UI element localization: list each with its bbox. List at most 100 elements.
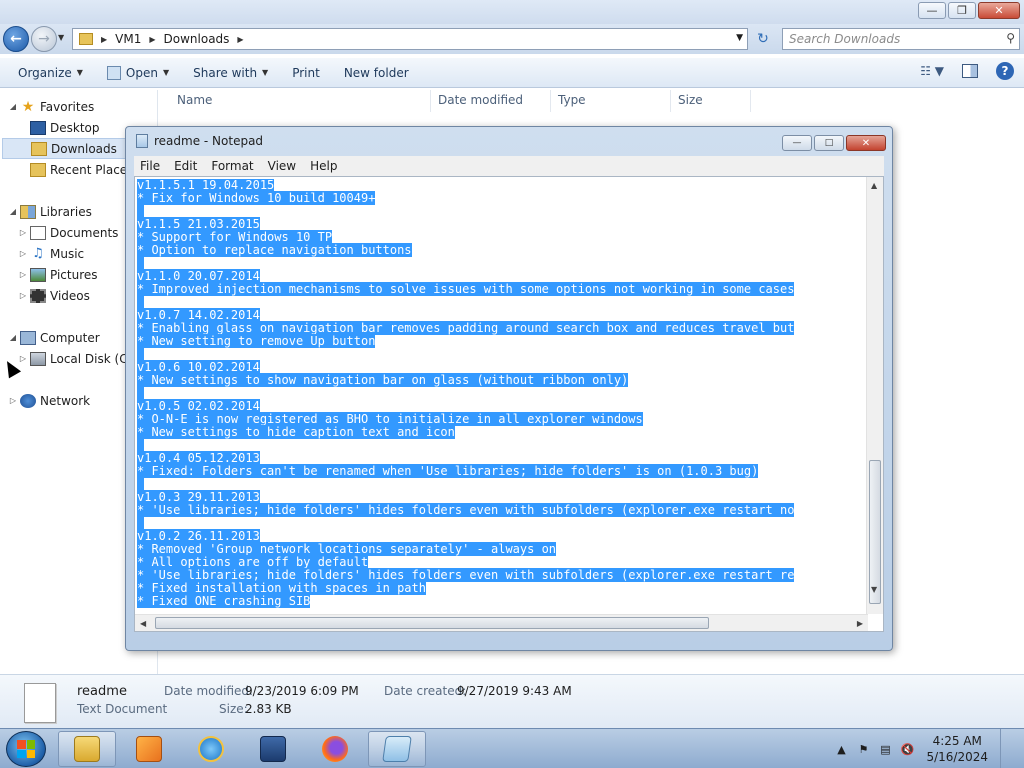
details-file-name: readme (77, 684, 127, 699)
clock[interactable]: 4:25 AM 5/16/2024 (926, 733, 988, 765)
menu-help[interactable]: Help (310, 159, 337, 173)
forward-button[interactable]: → (31, 26, 57, 52)
column-name[interactable]: Name (177, 93, 212, 107)
taskbar-media-player[interactable] (120, 731, 178, 767)
collapsed-arrow-icon[interactable]: ▷ (18, 228, 28, 237)
nav-music[interactable]: ▷ ♫ Music (18, 243, 84, 264)
scroll-right-icon[interactable]: ▶ (857, 619, 863, 628)
breadcrumb-vm1[interactable]: VM1 (115, 32, 141, 46)
taskbar-app[interactable] (244, 731, 302, 767)
nav-favorites[interactable]: ◢ ★ Favorites (8, 96, 94, 117)
selected-text: * New settings to show navigation bar on… (137, 373, 629, 387)
nav-documents[interactable]: ▷ Documents (18, 222, 118, 243)
recent-pages-icon[interactable]: ▼ (58, 33, 64, 42)
show-desktop-button[interactable] (1000, 729, 1014, 768)
address-bar[interactable]: ▶ VM1 ▶ Downloads ▶ ▼ (72, 28, 748, 50)
change-view-icon[interactable]: ☷ ▼ (920, 64, 944, 78)
nav-pictures[interactable]: ▷ Pictures (18, 264, 98, 285)
notepad-close-button[interactable]: ✕ (846, 135, 886, 151)
action-center-flag-icon[interactable]: ⚑ (856, 742, 870, 756)
collapsed-arrow-icon[interactable]: ▷ (18, 354, 28, 363)
scroll-left-icon[interactable]: ◀ (140, 619, 146, 628)
taskbar-explorer[interactable] (58, 731, 116, 767)
documents-icon (30, 225, 46, 240)
expand-icon[interactable]: ◢ (8, 333, 18, 342)
chevron-right-icon[interactable]: ▶ (237, 35, 243, 44)
selected-text (137, 204, 145, 218)
taskbar-notepad[interactable] (368, 731, 426, 767)
chevron-right-icon[interactable]: ▶ (149, 35, 155, 44)
chevron-right-icon[interactable]: ▶ (101, 35, 107, 44)
notepad-text-area[interactable]: v1.1.5.1 19.04.2015 * Fix for Windows 10 … (134, 176, 884, 632)
selected-text (137, 438, 145, 452)
network-tray-icon[interactable]: ▤ (878, 742, 892, 756)
notepad-line: * 'Use libraries; hide folders' hides fo… (137, 503, 866, 517)
expand-icon[interactable]: ◢ (8, 102, 18, 111)
vertical-scroll-thumb[interactable] (869, 460, 881, 604)
search-icon[interactable]: ⚲ (1006, 31, 1015, 45)
expand-icon[interactable]: ◢ (8, 207, 18, 216)
horizontal-scroll-thumb[interactable] (155, 617, 709, 629)
nav-label: Downloads (51, 141, 117, 156)
notepad-line: * Fixed ONE crashing SIB (137, 594, 866, 608)
taskbar-firefox[interactable] (306, 731, 364, 767)
collapsed-arrow-icon[interactable]: ▷ (18, 291, 28, 300)
preview-pane-icon[interactable] (962, 64, 978, 78)
collapsed-arrow-icon[interactable]: ▷ (18, 249, 28, 258)
column-type[interactable]: Type (558, 93, 586, 107)
minimize-button[interactable]: — (918, 2, 946, 19)
volume-muted-icon[interactable]: 🔇 (900, 742, 915, 756)
selected-text: v1.0.6 10.02.2014 (137, 360, 260, 374)
organize-button[interactable]: Organize ▼ (0, 58, 95, 88)
nav-label: Desktop (50, 120, 100, 135)
notepad-menubar: File Edit Format View Help (134, 156, 884, 176)
vertical-scrollbar[interactable]: ▲ ▼ (866, 177, 883, 614)
nav-desktop[interactable]: Desktop (18, 117, 100, 138)
start-button[interactable] (6, 731, 46, 767)
selected-text: * New settings to hide caption text and … (137, 425, 455, 439)
chevron-down-icon: ▼ (76, 68, 83, 77)
column-size[interactable]: Size (678, 93, 703, 107)
column-date-modified[interactable]: Date modified (438, 93, 523, 107)
search-input[interactable]: Search Downloads ⚲ (782, 28, 1020, 50)
new-folder-button[interactable]: New folder (332, 58, 421, 88)
horizontal-scrollbar[interactable]: ◀ ▶ (135, 614, 868, 631)
breadcrumb-downloads[interactable]: Downloads (164, 32, 230, 46)
collapsed-arrow-icon[interactable]: ▷ (8, 396, 18, 405)
notepad-icon (382, 736, 412, 762)
share-with-label: Share with (193, 65, 258, 80)
nav-recent-places[interactable]: Recent Places (18, 159, 133, 180)
nav-videos[interactable]: ▷ Videos (18, 285, 90, 306)
show-hidden-icons-icon[interactable]: ▲ (834, 742, 848, 756)
refresh-icon[interactable]: ↻ (752, 28, 774, 50)
nav-network[interactable]: ▷ Network (8, 390, 90, 411)
chevron-down-icon[interactable]: ▼ (736, 33, 743, 43)
restore-button[interactable]: ❐ (948, 2, 976, 19)
menu-format[interactable]: Format (211, 159, 253, 173)
notepad-minimize-button[interactable]: — (782, 135, 812, 151)
open-button[interactable]: Open ▼ (95, 58, 181, 88)
close-button[interactable]: ✕ (978, 2, 1020, 19)
nav-local-disk[interactable]: ▷ Local Disk (C:) (18, 348, 136, 369)
scroll-up-icon[interactable]: ▲ (871, 181, 877, 190)
notepad-maximize-button[interactable]: □ (814, 135, 844, 151)
nav-label: Libraries (40, 204, 92, 219)
collapsed-arrow-icon[interactable]: ▷ (18, 270, 28, 279)
nav-libraries[interactable]: ◢ Libraries (8, 201, 92, 222)
nav-computer[interactable]: ◢ Computer (8, 327, 100, 348)
menu-file[interactable]: File (140, 159, 160, 173)
notepad-text-content[interactable]: v1.1.5.1 19.04.2015 * Fix for Windows 10 … (137, 179, 866, 613)
share-with-button[interactable]: Share with ▼ (181, 58, 280, 88)
selected-text: v1.0.3 29.11.2013 (137, 490, 260, 504)
app-icon (260, 736, 286, 762)
help-icon[interactable]: ? (996, 62, 1014, 80)
menu-edit[interactable]: Edit (174, 159, 197, 173)
selected-text (137, 516, 145, 530)
back-button[interactable]: ← (3, 26, 29, 52)
taskbar-internet-explorer[interactable] (182, 731, 240, 767)
print-button[interactable]: Print (280, 58, 332, 88)
scroll-down-icon[interactable]: ▼ (871, 585, 877, 594)
organize-label: Organize (18, 65, 72, 80)
menu-view[interactable]: View (268, 159, 296, 173)
selected-text (137, 477, 145, 491)
